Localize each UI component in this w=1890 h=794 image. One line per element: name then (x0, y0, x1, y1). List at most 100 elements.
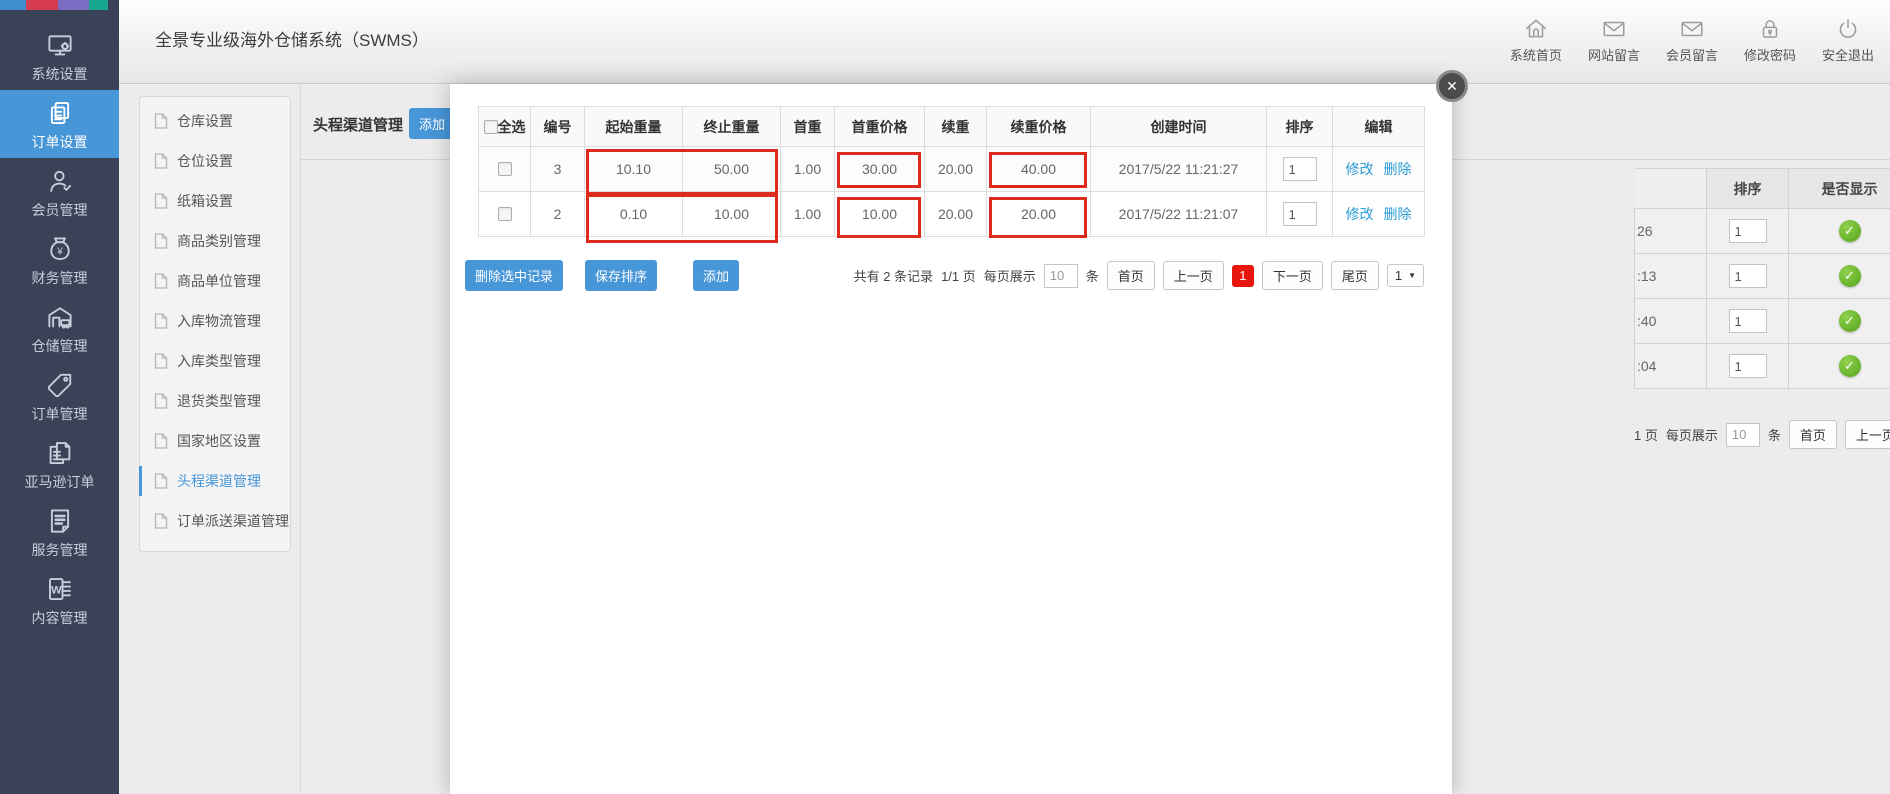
sort-input[interactable] (1283, 202, 1317, 226)
unit-label: 条 (1768, 425, 1781, 444)
visible-header: 是否显示 (1789, 169, 1890, 209)
sidebar-item-order-mgmt[interactable]: 订单管理 (0, 362, 119, 430)
cont-weight-header: 续重 (925, 107, 987, 147)
record-summary: 共有 2 条记录 (854, 266, 933, 285)
visible-check-icon[interactable]: ✓ (1839, 220, 1861, 242)
first-page-button[interactable]: 首页 (1107, 261, 1155, 290)
sidebar-item-member-mgmt[interactable]: 会员管理 (0, 158, 119, 226)
submenu-item-label: 入库类型管理 (177, 351, 261, 371)
delete-selected-button[interactable]: 删除选中记录 (465, 260, 563, 291)
sidebar-item-label: 服务管理 (32, 540, 88, 560)
sidebar-item-system-settings[interactable]: 系统设置 (0, 22, 119, 90)
person-icon (45, 164, 75, 198)
add-button[interactable]: 添加 (409, 108, 455, 139)
next-page-button[interactable]: 下一页 (1262, 261, 1323, 290)
background-pagination: 1 页 每页展示 条 首页 上一页 1 下一页 尾页 1▼ (1634, 420, 1890, 449)
close-icon[interactable]: ✕ (1436, 70, 1468, 102)
page-icon (154, 273, 168, 289)
topbar-item-label: 会员留言 (1666, 45, 1718, 64)
select-all-checkbox[interactable] (484, 120, 498, 134)
submenu-item-country-region[interactable]: 国家地区设置 (140, 421, 290, 461)
prev-page-button[interactable]: 上一页 (1163, 261, 1224, 290)
visible-check-icon[interactable]: ✓ (1839, 310, 1861, 332)
sidebar-item-content-mgmt[interactable]: W 内容管理 (0, 566, 119, 634)
submenu-item-warehouse-setup[interactable]: 仓库设置 (140, 101, 290, 141)
created-header: 创建时间 (1091, 107, 1267, 147)
end-weight-header: 终止重量 (683, 107, 781, 147)
per-page-input[interactable] (1726, 423, 1760, 447)
per-page-input[interactable] (1044, 264, 1078, 288)
first-page-button[interactable]: 首页 (1789, 420, 1837, 449)
power-icon (1835, 16, 1861, 42)
edit-header: 编辑 (1333, 107, 1425, 147)
submenu-item-label: 订单派送渠道管理 (177, 511, 289, 531)
row-checkbox[interactable] (498, 162, 512, 176)
page-icon (154, 153, 168, 169)
row-checkbox[interactable] (498, 207, 512, 221)
submenu-item-label: 仓位设置 (177, 151, 233, 171)
sidebar-item-order-settings[interactable]: 订单设置 (0, 90, 119, 158)
topbar-item-change-password[interactable]: 修改密码 (1744, 16, 1796, 64)
chevron-down-icon: ▼ (1408, 271, 1416, 280)
page-icon (154, 393, 168, 409)
modify-link[interactable]: 修改 (1346, 161, 1374, 177)
mail-icon (1601, 16, 1627, 42)
delete-link[interactable]: 删除 (1384, 161, 1412, 177)
submenu-item-product-unit[interactable]: 商品单位管理 (140, 261, 290, 301)
topbar-item-label: 网站留言 (1588, 45, 1640, 64)
page-count-tail: 1 页 (1634, 425, 1658, 444)
documents-icon (45, 436, 75, 470)
sort-input[interactable] (1729, 354, 1767, 378)
topbar-item-site-messages[interactable]: 网站留言 (1588, 16, 1640, 64)
current-page-badge[interactable]: 1 (1232, 265, 1254, 287)
document-lines-icon (45, 504, 75, 538)
page-icon (154, 433, 168, 449)
visible-check-icon[interactable]: ✓ (1839, 265, 1861, 287)
submenu-item-carton-setup[interactable]: 纸箱设置 (140, 181, 290, 221)
topbar-item-logout[interactable]: 安全退出 (1822, 16, 1874, 64)
sort-input[interactable] (1729, 309, 1767, 333)
last-page-button[interactable]: 尾页 (1331, 261, 1379, 290)
add-button[interactable]: 添加 (693, 260, 739, 291)
visible-check-icon[interactable]: ✓ (1839, 355, 1861, 377)
mail-icon (1679, 16, 1705, 42)
first-weight-header: 首重 (781, 107, 835, 147)
prev-page-button[interactable]: 上一页 (1845, 420, 1890, 449)
sidebar-item-label: 订单设置 (32, 132, 88, 152)
submenu-item-slot-setup[interactable]: 仓位设置 (140, 141, 290, 181)
sidebar-item-service-mgmt[interactable]: 服务管理 (0, 498, 119, 566)
sort-input[interactable] (1729, 264, 1767, 288)
sidebar-item-finance-mgmt[interactable]: ¥ 财务管理 (0, 226, 119, 294)
first-price-header: 首重价格 (835, 107, 925, 147)
sidebar-item-warehouse-mgmt[interactable]: 仓储管理 (0, 294, 119, 362)
topbar-item-member-messages[interactable]: 会员留言 (1666, 16, 1718, 64)
submenu-item-label: 国家地区设置 (177, 431, 261, 451)
submenu-item-inbound-type[interactable]: 入库类型管理 (140, 341, 290, 381)
modify-link[interactable]: 修改 (1346, 206, 1374, 222)
submenu-item-order-dispatch-channel[interactable]: 订单派送渠道管理 (140, 501, 290, 541)
brand-color-strip (0, 0, 119, 10)
background-table-right-fragment: 排序 是否显示 编辑 26 ✓ 修改删除 :13 ✓ 修改删除 :4 (1634, 168, 1890, 389)
topbar-item-home[interactable]: 系统首页 (1510, 16, 1562, 64)
warehouse-icon (45, 300, 75, 334)
submenu-item-label: 头程渠道管理 (177, 471, 261, 491)
first-leg-channel-modal: ✕ 全选 编号 起始重量 终止重量 首重 首重价格 续重 续重价格 创建时间 排… (450, 84, 1452, 794)
svg-text:¥: ¥ (56, 247, 63, 258)
table-row: :04 ✓ 修改删除 (1635, 344, 1890, 389)
table-row: 26 ✓ 修改删除 (1635, 209, 1890, 254)
page-info: 1/1 页 (941, 266, 976, 285)
unit-label: 条 (1086, 266, 1099, 285)
page-icon (154, 473, 168, 489)
submenu-item-first-leg-channel[interactable]: 头程渠道管理 (140, 461, 290, 501)
sidebar-item-amazon-orders[interactable]: 亚马逊订单 (0, 430, 119, 498)
sort-input[interactable] (1283, 157, 1317, 181)
order-settings-icon (45, 96, 75, 130)
submenu-item-return-type[interactable]: 退货类型管理 (140, 381, 290, 421)
page-select[interactable]: 1▼ (1387, 264, 1424, 287)
delete-link[interactable]: 删除 (1384, 206, 1412, 222)
save-sort-button[interactable]: 保存排序 (585, 260, 657, 291)
main-sidebar: 系统设置 订单设置 会员管理 ¥ 财务管理 仓储管理 (0, 0, 119, 794)
submenu-item-product-category[interactable]: 商品类别管理 (140, 221, 290, 261)
submenu-item-inbound-logistics[interactable]: 入库物流管理 (140, 301, 290, 341)
sort-input[interactable] (1729, 219, 1767, 243)
